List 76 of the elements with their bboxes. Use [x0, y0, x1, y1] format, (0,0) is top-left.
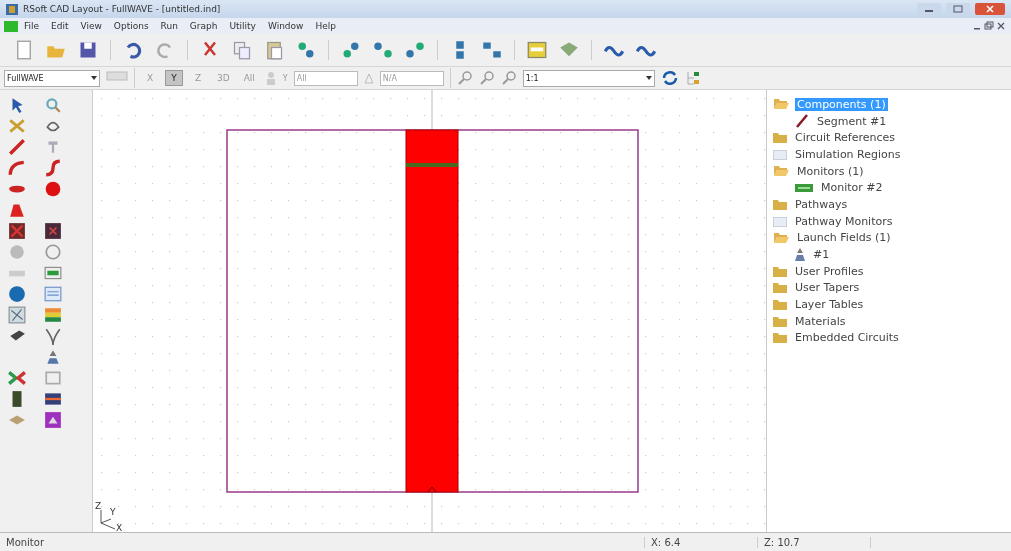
launch-icon[interactable] [44, 348, 62, 366]
menu-item[interactable]: View [74, 21, 108, 31]
zoom-dropdown[interactable]: 1:1 [522, 69, 655, 87]
page-icon [773, 148, 787, 160]
zoom-out-icon[interactable] [478, 70, 495, 86]
zoom-in-icon[interactable] [456, 70, 473, 86]
monitor-icon [795, 183, 813, 192]
save-icon[interactable] [78, 40, 98, 60]
grating-icon[interactable] [8, 222, 26, 240]
prism-icon[interactable] [44, 411, 62, 429]
tree-item[interactable]: User Profiles [793, 264, 866, 278]
tree-item[interactable]: Simulation Regions [793, 147, 903, 161]
axis-label: Z [95, 501, 102, 511]
grating-icon[interactable] [44, 222, 62, 240]
page-icon [773, 215, 787, 227]
monitor-icon[interactable] [44, 264, 62, 282]
tree-item[interactable]: Circuit References [793, 131, 898, 145]
minimize-icon[interactable] [917, 3, 941, 15]
paste-icon[interactable] [264, 40, 284, 60]
menu-item[interactable]: Options [107, 21, 155, 31]
menu-item[interactable]: Utility [223, 21, 262, 31]
tree-item[interactable]: Pathway Monitors [793, 214, 895, 228]
document-icon[interactable] [4, 20, 18, 32]
segment-icon [795, 114, 809, 129]
tree-item[interactable]: Layer Tables [793, 298, 866, 312]
pattern-icon[interactable] [8, 306, 26, 324]
s-bend-icon[interactable] [44, 159, 62, 177]
app-icon [6, 3, 18, 15]
menu-item[interactable]: File [18, 21, 46, 31]
launch-icon [795, 248, 805, 262]
tree-item[interactable]: Launch Fields (1) [795, 231, 893, 245]
tree-item[interactable]: Materials [793, 314, 848, 328]
menu-item[interactable]: Edit [45, 21, 75, 31]
hierarchy-icon[interactable] [684, 70, 701, 86]
axis-label: X [116, 523, 123, 532]
status-message: Monitor [0, 536, 645, 548]
sphere-icon[interactable] [44, 180, 62, 198]
table-icon[interactable] [527, 40, 547, 60]
close-icon[interactable] [975, 3, 1005, 15]
axis-drawing [100, 509, 116, 530]
close-icon[interactable] [995, 20, 1007, 32]
tree-item[interactable]: Pathways [793, 197, 850, 211]
tree-item[interactable]: User Tapers [793, 281, 862, 295]
arc-icon[interactable] [8, 159, 26, 177]
taper-icon[interactable] [8, 201, 26, 219]
x-coordinate: X: 6.4 [645, 536, 758, 548]
magnifier-icon[interactable] [44, 96, 62, 114]
tree-item[interactable]: Monitors (1) [795, 164, 866, 178]
restore-icon[interactable] [983, 20, 995, 32]
copy-icon[interactable] [232, 40, 252, 60]
gradient-icon[interactable] [44, 390, 62, 408]
tree-item[interactable]: #1 [811, 248, 832, 262]
axis-label: Y [110, 507, 116, 517]
splitter-icon[interactable] [44, 327, 62, 345]
segment-icon[interactable] [8, 138, 26, 156]
spectrum-icon[interactable] [44, 306, 62, 324]
y-label: Y [282, 73, 288, 83]
menu-item[interactable]: Run [154, 21, 184, 31]
tree-item[interactable]: Segment #1 [815, 114, 889, 128]
new-file-icon[interactable] [14, 40, 34, 60]
tree-item[interactable]: Embedded Circuits [793, 331, 901, 345]
menu-item[interactable]: Graph [183, 21, 224, 31]
menu-item[interactable]: Help [309, 21, 342, 31]
launch-marker [427, 486, 437, 493]
view-axis-button[interactable]: Y [165, 70, 183, 86]
zoom-fit-icon[interactable] [500, 70, 517, 86]
globe-icon[interactable] [8, 285, 26, 303]
window-title: RSoft CAD Layout - FullWAVE - [untitled.ind] [23, 4, 222, 14]
tree-item[interactable]: Monitor #2 [819, 181, 885, 195]
menu-item[interactable]: Window [261, 21, 310, 31]
refresh-icon[interactable] [660, 70, 679, 86]
z-coordinate: Z: 10.7 [758, 536, 871, 548]
coupler-icon[interactable] [8, 369, 26, 387]
document-icon[interactable] [44, 285, 62, 303]
program-dropdown[interactable]: FullWAVE [4, 69, 100, 87]
blocks-icon[interactable] [482, 40, 502, 60]
